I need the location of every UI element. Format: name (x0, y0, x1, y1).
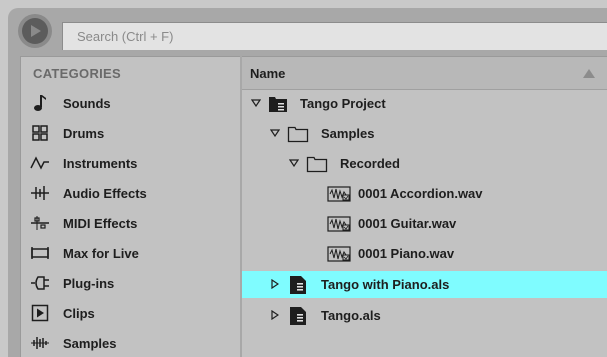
max-for-live-icon (29, 242, 51, 264)
file-row-tango-als[interactable]: Tango.als (242, 302, 607, 329)
file-label: Tango Project (300, 96, 386, 111)
audio-file-icon (326, 184, 352, 204)
folder-icon (287, 124, 309, 144)
project-folder-icon (267, 94, 289, 114)
audio-file-icon (326, 244, 352, 264)
file-label: Recorded (340, 156, 400, 171)
search-field[interactable] (62, 22, 607, 50)
play-circle-icon (22, 18, 48, 44)
audio-file-icon (326, 214, 352, 234)
file-label: Tango with Piano.als (321, 277, 450, 292)
file-row-guitar-wav[interactable]: 0001 Guitar.wav (242, 210, 607, 237)
category-label: Max for Live (63, 245, 139, 261)
disclosure-open-icon[interactable] (269, 127, 281, 139)
category-label: Samples (63, 335, 117, 351)
file-row-samples[interactable]: Samples (242, 120, 607, 147)
categories-title: CATEGORIES (33, 66, 121, 81)
category-instruments[interactable]: Instruments (29, 151, 235, 175)
note-icon (29, 92, 51, 114)
sort-ascending-icon[interactable] (583, 69, 595, 78)
category-label: Sounds (63, 95, 111, 111)
audio-effects-icon (29, 182, 51, 204)
file-row-tango-project[interactable]: Tango Project (242, 90, 607, 117)
file-label: 0001 Accordion.wav (358, 186, 483, 201)
disclosure-open-icon[interactable] (250, 97, 262, 109)
category-max-for-live[interactable]: Max for Live (29, 241, 235, 265)
categories-panel: CATEGORIES Sounds Drums Instruments Audi… (20, 56, 240, 357)
disclosure-open-icon[interactable] (288, 157, 300, 169)
disclosure-closed-icon[interactable] (269, 309, 281, 321)
name-column-label: Name (250, 66, 286, 81)
file-label: 0001 Guitar.wav (358, 216, 457, 231)
sample-waveform-icon (29, 332, 51, 354)
disclosure-closed-icon[interactable] (269, 278, 281, 290)
category-audio-effects[interactable]: Audio Effects (29, 181, 235, 205)
category-label: Plug-ins (63, 275, 115, 291)
category-label: Drums (63, 125, 105, 141)
file-row-piano-wav[interactable]: 0001 Piano.wav (242, 240, 607, 267)
file-row-recorded[interactable]: Recorded (242, 150, 607, 177)
browser-toggle-button[interactable] (18, 14, 52, 48)
file-row-accordion-wav[interactable]: 0001 Accordion.wav (242, 180, 607, 207)
files-panel: Name Tango Project Samples Recorded 0001… (242, 56, 607, 357)
name-column-header[interactable]: Name (242, 57, 607, 90)
waveform-icon (29, 152, 51, 174)
live-set-icon (287, 306, 309, 326)
category-midi-effects[interactable]: MIDI Effects (29, 211, 235, 235)
file-label: Samples (321, 126, 375, 141)
clip-icon (29, 302, 51, 324)
category-plug-ins[interactable]: Plug-ins (29, 271, 235, 295)
drum-grid-icon (29, 122, 51, 144)
category-label: Instruments (63, 155, 138, 171)
category-clips[interactable]: Clips (29, 301, 235, 325)
category-sounds[interactable]: Sounds (29, 91, 235, 115)
file-row-tango-with-piano-als[interactable]: Tango with Piano.als (242, 271, 607, 298)
plugin-icon (29, 272, 51, 294)
category-samples[interactable]: Samples (29, 331, 235, 355)
live-set-icon (287, 275, 309, 295)
folder-icon (306, 154, 328, 174)
file-label: 0001 Piano.wav (358, 246, 455, 261)
category-label: Clips (63, 305, 95, 321)
midi-effects-icon (29, 212, 51, 234)
search-input[interactable] (63, 23, 607, 50)
category-drums[interactable]: Drums (29, 121, 235, 145)
file-label: Tango.als (321, 308, 381, 323)
category-label: Audio Effects (63, 185, 147, 201)
category-label: MIDI Effects (63, 215, 138, 231)
